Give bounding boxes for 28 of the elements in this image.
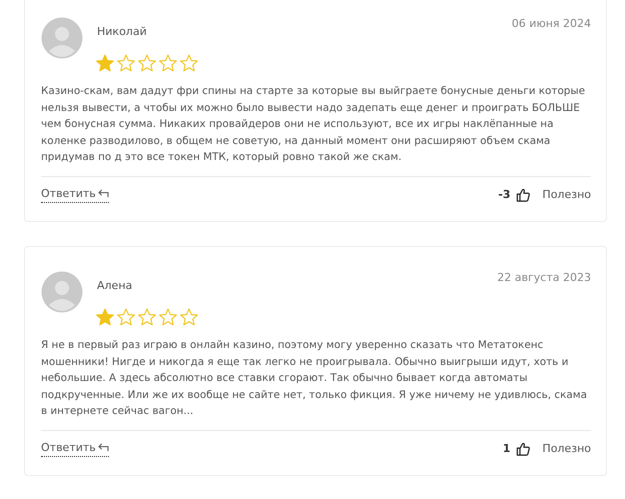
author-name: Николай	[97, 25, 148, 38]
star-icon	[179, 306, 199, 327]
star-icon	[179, 53, 199, 73]
review-date: 06 июня 2024	[512, 17, 591, 30]
review-text: Казино-скам, вам дадут фри спины на старте за которые вы выйграете бонусные деньги которые нельзя вывести, а чтобы их можно было вывести надо задепать еще денег и проиграть БОЛЬШЕ чем бонусная сумма. Никаких провайдеров они не используют, все их игры наклёпанные на коленке разводилово, в общем не советую, на данный момент они расширяют объем скама придумав по д это все токен МТК, который ровно такой же скам.	[41, 83, 591, 177]
thumbs-up-icon[interactable]	[516, 188, 530, 202]
helpful-button[interactable]: Полезно	[542, 442, 591, 456]
star-icon	[116, 306, 136, 327]
reply-link[interactable]: Ответить	[41, 440, 109, 457]
reply-arrow-icon	[98, 442, 109, 452]
star-icon	[158, 53, 178, 73]
star-icon	[137, 306, 157, 327]
star-icon	[137, 53, 157, 73]
star-icon	[95, 306, 115, 327]
star-icon	[158, 306, 178, 327]
review-text: Я не в первый раз играю в онлайн казино, поэтому могу уверенно сказать что Метатокенс мошенники! Нигде и никогда я еще так легко не проигрывала. Обычно выигрыши идут, хоть и небольшие. А здесь абсолютно все ставки сгорают. Так обычно бывает когда автоматы подкрученные. Или же их вообще не сайте нет, только фикция. Я уже ничему не удивлюсь, скама в интернете сейчас вагон...	[41, 336, 591, 431]
avatar-icon	[41, 270, 83, 313]
vote-count: -3	[498, 188, 510, 202]
avatar-icon	[41, 17, 83, 59]
vote-count: 1	[502, 442, 510, 456]
helpful-button[interactable]: Полезно	[542, 188, 591, 202]
thumbs-up-icon[interactable]	[516, 442, 530, 456]
reply-link[interactable]: Ответить	[41, 186, 109, 203]
star-icon	[116, 53, 136, 73]
author-name: Алена	[97, 278, 134, 292]
review-date: 22 августа 2023	[497, 270, 591, 284]
reply-arrow-icon	[98, 188, 109, 198]
star-icon	[95, 53, 115, 73]
